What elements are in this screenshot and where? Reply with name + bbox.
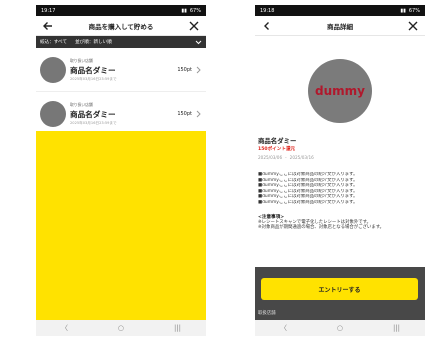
note-line: ※対象商品が期間通過の場合、対象店となる場合がございます。 xyxy=(258,225,385,231)
chevron-left-icon xyxy=(264,21,269,30)
period-separator: - xyxy=(285,155,287,160)
title-bar: 商品を購入して貯める xyxy=(36,16,206,36)
system-nav-bar: 〈 ○ ||| xyxy=(36,320,206,336)
store-section-label: 取扱店舗 xyxy=(258,311,276,316)
back-button[interactable] xyxy=(260,19,274,33)
notes-section: <注意事項> ※レシートスキャンで電子化したレシートは対象外です。 ※対象商品が… xyxy=(258,214,422,231)
nav-home-button[interactable]: ○ xyxy=(337,324,343,332)
product-name: 商品名ダミー xyxy=(258,137,297,145)
product-thumbnail xyxy=(40,100,66,127)
entry-footer: エントリーする 取扱店舗 xyxy=(255,267,425,320)
system-nav-bar: 〈 ○ ||| xyxy=(255,320,425,336)
nav-back-button[interactable]: 〈 xyxy=(61,323,68,333)
item-store: 取り扱い店舗 xyxy=(70,101,93,107)
status-icons: ▮▮ 67% xyxy=(181,8,201,14)
product-thumbnail xyxy=(40,56,66,83)
chevron-down-icon[interactable] xyxy=(195,40,202,45)
item-name: 商品名ダミー xyxy=(70,65,116,75)
sort-label[interactable]: 並び順：新しい順 xyxy=(75,39,112,45)
item-date: 2025年03月16日23:59まで xyxy=(70,76,117,81)
signal-icon: ▮▮ xyxy=(400,7,406,14)
list-item[interactable]: 取り扱い店舗 商品名ダミー 2025年03月16日23:59まで 150pt xyxy=(36,92,206,136)
list-item[interactable]: 取り扱い店舗 商品名ダミー 2025年03月16日23:59まで 150pt xyxy=(36,48,206,92)
nav-recent-button[interactable]: ||| xyxy=(174,324,181,332)
arrow-left-icon xyxy=(43,21,52,30)
item-name: 商品名ダミー xyxy=(70,109,116,119)
title-bar: 商品詳細 xyxy=(255,16,425,36)
campaign-period: 2025/03/06 - 2025/03/16 xyxy=(258,155,425,160)
chevron-right-icon xyxy=(196,110,201,117)
nav-home-button[interactable]: ○ xyxy=(118,324,124,332)
battery-level: 67% xyxy=(408,7,420,14)
page-title: 商品詳細 xyxy=(327,22,353,31)
product-list-screen: 19:17 ▮▮ 67% 商品を購入して貯める 絞込：すべて 並び順：新しい順 xyxy=(36,5,206,336)
close-icon xyxy=(408,21,418,30)
item-points: 150pt xyxy=(177,110,192,117)
item-points: 150pt xyxy=(177,66,192,73)
back-button[interactable] xyxy=(41,19,55,33)
empty-yellow-area xyxy=(36,131,206,321)
status-time: 19:17 xyxy=(41,7,56,14)
filter-bar[interactable]: 絞込：すべて 並び順：新しい順 xyxy=(36,36,206,48)
product-image-text: dummy xyxy=(315,84,365,98)
item-date: 2025年03月16日23:59まで xyxy=(70,120,117,125)
chevron-right-icon xyxy=(196,66,201,73)
status-time: 19:18 xyxy=(260,7,275,14)
battery-level: 67% xyxy=(189,7,201,14)
period-start: 2025/03/06 xyxy=(258,155,283,160)
page-title: 商品を購入して貯める xyxy=(88,22,154,31)
close-button[interactable] xyxy=(187,19,201,33)
nav-back-button[interactable]: 〈 xyxy=(280,323,287,333)
status-icons: ▮▮ 67% xyxy=(400,8,420,14)
product-detail-screen: 19:18 ▮▮ 67% 商品詳細 dummy 商品名ダミー 150ポイント還元… xyxy=(255,5,425,336)
signal-icon: ▮▮ xyxy=(181,7,187,14)
description-line: ■dummyここには対象商品の紹介文が入ります。 xyxy=(258,199,358,205)
status-bar: 19:17 ▮▮ 67% xyxy=(36,5,206,16)
period-end: 2025/03/16 xyxy=(289,155,314,160)
close-button[interactable] xyxy=(406,19,420,33)
status-bar: 19:18 ▮▮ 67% xyxy=(255,5,425,16)
entry-button[interactable]: エントリーする xyxy=(261,278,418,300)
product-description: ■dummyここには対象商品の紹介文が入ります。 ■dummyここには対象商品の… xyxy=(258,172,422,206)
filter-label[interactable]: 絞込：すべて xyxy=(40,39,67,45)
points-reward: 150ポイント還元 xyxy=(258,147,296,152)
product-image: dummy xyxy=(308,59,372,123)
nav-recent-button[interactable]: ||| xyxy=(393,324,400,332)
item-store: 取り扱い店舗 xyxy=(70,57,93,63)
close-icon xyxy=(189,21,199,30)
